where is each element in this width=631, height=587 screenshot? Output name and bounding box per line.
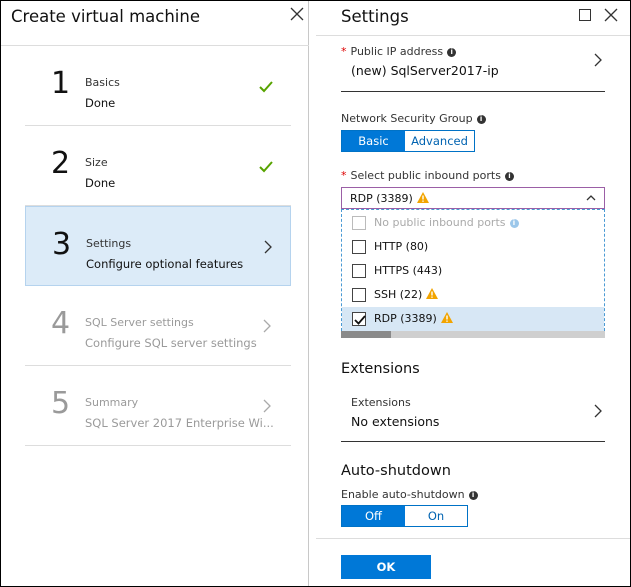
step-size[interactable]: 2 Size Done bbox=[25, 126, 291, 206]
step-description: Configure optional features bbox=[86, 257, 244, 271]
step-description: Configure SQL server settings bbox=[85, 336, 257, 350]
checkbox bbox=[352, 216, 366, 230]
extensions-heading: Extensions bbox=[341, 361, 420, 377]
settings-blade: Settings * Public IP address i (new) SqlSe… bbox=[316, 1, 630, 586]
horizontal-scrollbar[interactable] bbox=[341, 331, 605, 338]
nsg-toggle[interactable]: Basic Advanced bbox=[341, 130, 475, 152]
checkbox[interactable] bbox=[352, 264, 366, 278]
step-status: Done bbox=[85, 176, 116, 190]
option-ssh[interactable]: SSH (22) bbox=[342, 283, 604, 307]
info-icon[interactable]: i bbox=[468, 491, 478, 500]
chevron-right-icon bbox=[263, 399, 271, 413]
chevron-right-icon bbox=[264, 240, 272, 254]
field-underline bbox=[341, 91, 605, 92]
step-status: Done bbox=[85, 96, 116, 110]
chevron-right-icon[interactable] bbox=[594, 404, 602, 418]
step-description: SQL Server 2017 Enterprise Wi... bbox=[85, 416, 274, 430]
close-icon[interactable] bbox=[289, 6, 305, 22]
auto-shutdown-toggle[interactable]: Off On bbox=[341, 505, 468, 527]
required-marker: * bbox=[341, 169, 347, 182]
info-icon[interactable]: i bbox=[476, 115, 486, 124]
inbound-ports-list: No public inbound ports i HTTP (80) HTTPS… bbox=[341, 209, 605, 331]
nsg-advanced-option[interactable]: Advanced bbox=[405, 131, 474, 151]
option-label: No public inbound ports i bbox=[374, 216, 519, 229]
field-underline bbox=[341, 441, 605, 442]
auto-shutdown-on-option[interactable]: On bbox=[405, 506, 467, 526]
step-number: 4 bbox=[51, 306, 71, 341]
checkmark-icon bbox=[354, 315, 366, 325]
public-ip-label: * Public IP address i bbox=[341, 45, 457, 58]
step-number: 5 bbox=[51, 386, 71, 421]
inbound-ports-dropdown[interactable]: RDP (3389) bbox=[341, 187, 605, 209]
close-icon[interactable] bbox=[604, 8, 618, 22]
step-label: Settings bbox=[86, 237, 132, 250]
maximize-icon[interactable] bbox=[579, 9, 591, 21]
info-icon[interactable]: i bbox=[447, 48, 457, 57]
step-label: SQL Server settings bbox=[85, 316, 194, 329]
step-settings[interactable]: 3 Settings Configure optional features bbox=[25, 206, 291, 286]
divider bbox=[316, 35, 630, 36]
step-basics[interactable]: 1 Basics Done bbox=[25, 46, 291, 126]
auto-shutdown-heading: Auto-shutdown bbox=[341, 463, 451, 479]
info-icon: i bbox=[509, 219, 519, 228]
warning-icon bbox=[440, 312, 453, 323]
warning-icon bbox=[416, 192, 429, 203]
blade-title: Create virtual machine bbox=[11, 7, 200, 26]
chevron-right-icon bbox=[263, 319, 271, 333]
footer-divider bbox=[316, 538, 630, 539]
extensions-value[interactable]: No extensions bbox=[351, 414, 439, 429]
checkbox-checked[interactable] bbox=[352, 312, 366, 326]
step-number: 3 bbox=[52, 227, 72, 262]
checkmark-icon bbox=[259, 81, 273, 93]
checkbox[interactable] bbox=[352, 288, 366, 302]
chevron-right-icon[interactable] bbox=[594, 53, 602, 67]
chevron-up-icon bbox=[586, 195, 596, 201]
step-sql-server-settings[interactable]: 4 SQL Server settings Configure SQL serv… bbox=[25, 286, 291, 366]
step-number: 2 bbox=[51, 146, 71, 181]
checkmark-icon bbox=[259, 161, 273, 173]
public-ip-value[interactable]: (new) SqlServer2017-ip bbox=[351, 63, 499, 78]
extensions-label: Extensions bbox=[351, 396, 411, 409]
option-no-public-ports: No public inbound ports i bbox=[342, 211, 604, 235]
step-label: Basics bbox=[85, 76, 120, 89]
scrollbar-thumb[interactable] bbox=[341, 331, 391, 338]
option-rdp[interactable]: RDP (3389) bbox=[342, 307, 604, 331]
step-summary[interactable]: 5 Summary SQL Server 2017 Enterprise Wi.… bbox=[25, 366, 291, 446]
step-number: 1 bbox=[51, 66, 71, 101]
option-label: HTTP (80) bbox=[374, 240, 429, 253]
required-marker: * bbox=[341, 45, 347, 58]
option-label: HTTPS (443) bbox=[374, 264, 443, 277]
auto-shutdown-label: Enable auto-shutdown i bbox=[341, 488, 478, 501]
create-vm-blade: Create virtual machine 1 Basics Done 2 S… bbox=[1, 1, 309, 586]
option-label: RDP (3389) bbox=[374, 312, 453, 325]
inbound-ports-label: * Select public inbound ports i bbox=[341, 169, 514, 182]
nsg-basic-option[interactable]: Basic bbox=[342, 131, 405, 151]
nsg-label: Network Security Group i bbox=[341, 112, 486, 125]
auto-shutdown-off-option[interactable]: Off bbox=[342, 506, 405, 526]
option-label: SSH (22) bbox=[374, 288, 439, 301]
checkbox[interactable] bbox=[352, 240, 366, 254]
dropdown-selected-value: RDP (3389) bbox=[350, 192, 429, 205]
step-label: Size bbox=[85, 156, 108, 169]
option-https[interactable]: HTTPS (443) bbox=[342, 259, 604, 283]
warning-icon bbox=[426, 288, 439, 299]
blade-title: Settings bbox=[341, 7, 409, 26]
ok-button[interactable]: OK bbox=[341, 555, 431, 579]
info-icon[interactable]: i bbox=[504, 172, 514, 181]
option-http[interactable]: HTTP (80) bbox=[342, 235, 604, 259]
step-label: Summary bbox=[85, 396, 139, 409]
